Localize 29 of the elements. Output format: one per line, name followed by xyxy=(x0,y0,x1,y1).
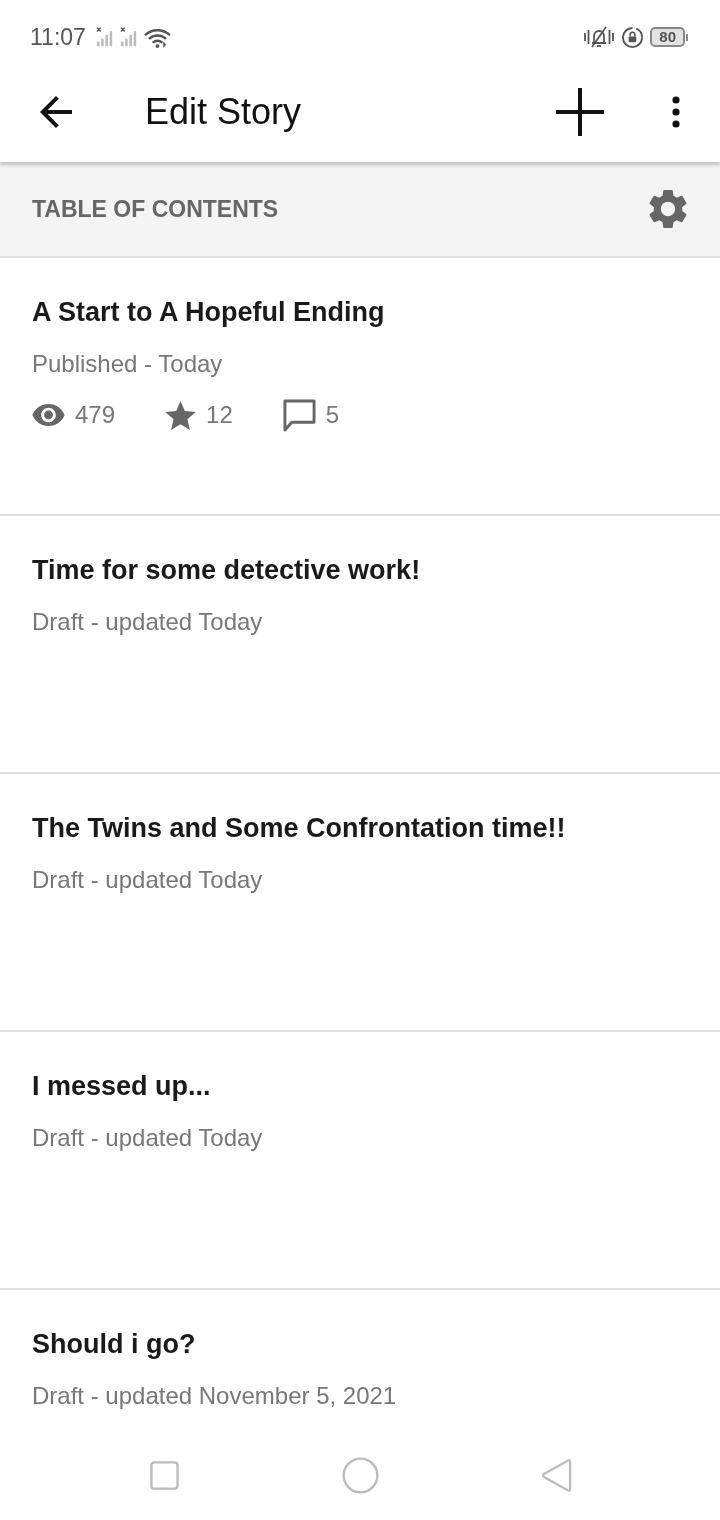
signal-icon xyxy=(119,27,137,47)
view-count: 479 xyxy=(75,401,116,429)
chapter-title: Should i go? xyxy=(32,1328,197,1361)
comment-bubble-icon xyxy=(282,398,316,432)
add-icon[interactable] xyxy=(556,88,604,136)
vote-count: 12 xyxy=(206,401,233,429)
rotation-lock-icon xyxy=(621,25,645,49)
muted-bell-icon xyxy=(583,25,616,49)
chapter-status: Draft - updated Today xyxy=(32,865,264,895)
eye-icon xyxy=(32,404,65,426)
clock-time: 11:07 xyxy=(30,23,86,51)
chapter-status: Draft - updated Today xyxy=(32,1123,264,1153)
more-options-icon[interactable] xyxy=(672,96,680,128)
chapter-title: Time for some detective work! xyxy=(32,554,422,587)
signal-icon xyxy=(95,27,113,47)
chapter-title: The Twins and Some Confrontation time!! xyxy=(32,812,567,845)
back-icon[interactable] xyxy=(40,96,72,128)
wifi-icon xyxy=(143,26,171,48)
star-icon xyxy=(165,400,197,430)
section-title: TABLE OF CONTENTS xyxy=(32,195,279,223)
page-title: Edit Story xyxy=(145,91,303,133)
chapter-status: Draft - updated November 5, 2021 xyxy=(32,1381,398,1411)
chapter-title: A Start to A Hopeful Ending xyxy=(32,296,386,329)
battery-indicator: 80 xyxy=(650,27,688,47)
comment-count: 5 xyxy=(325,401,340,429)
settings-icon[interactable] xyxy=(648,189,688,229)
chapter-status: Draft - updated Today xyxy=(32,607,264,637)
chapter-status: Published - Today xyxy=(32,349,224,379)
chapter-title: I messed up... xyxy=(32,1070,212,1103)
